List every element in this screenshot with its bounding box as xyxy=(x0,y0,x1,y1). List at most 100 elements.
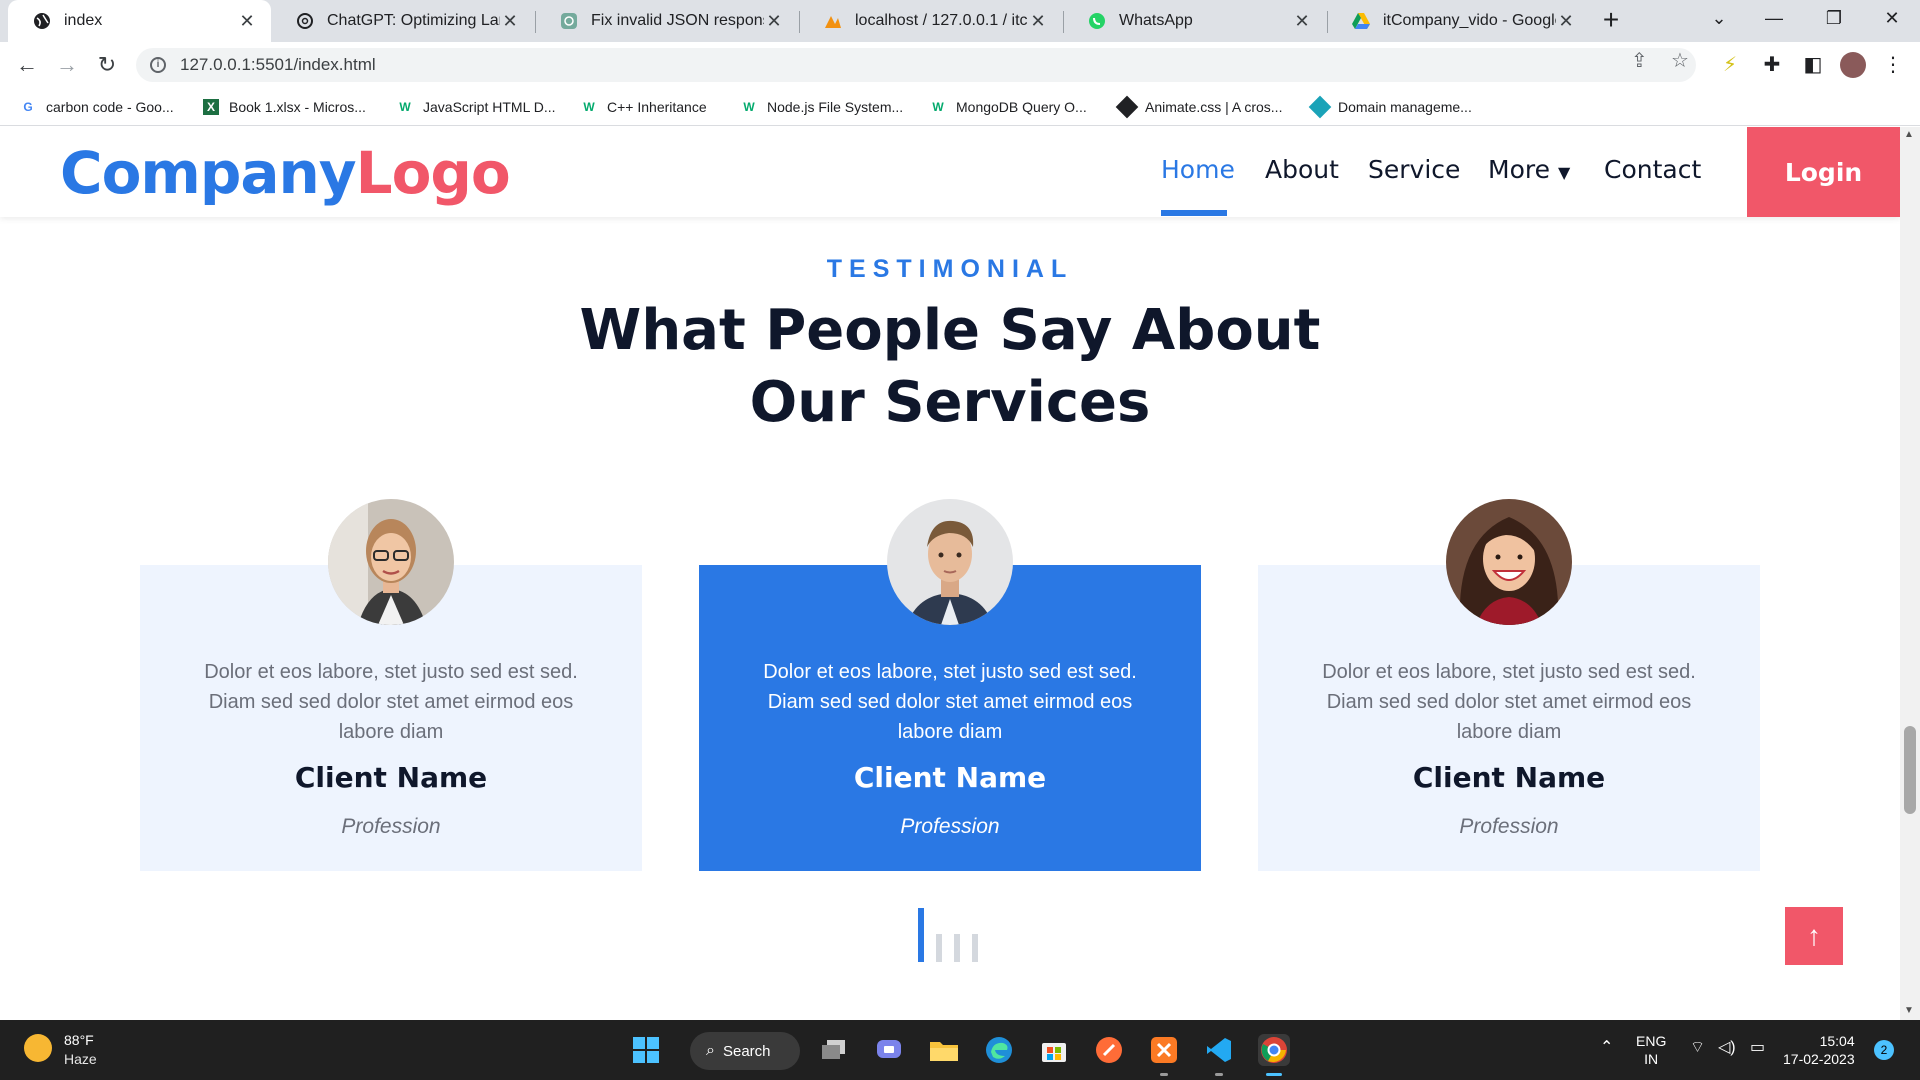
vscode-icon[interactable] xyxy=(1203,1034,1235,1066)
system-clock[interactable]: 15:04 17-02-2023 xyxy=(1783,1032,1855,1068)
weather-haze-icon[interactable] xyxy=(24,1034,52,1062)
section-heading: What People Say About Our Services xyxy=(0,295,1900,439)
globe-icon xyxy=(32,11,52,31)
menu-kebab-icon[interactable]: ⋮ xyxy=(1880,52,1906,78)
section-eyebrow: TESTIMONIAL xyxy=(826,255,1074,283)
close-tab-icon[interactable]: ✕ xyxy=(500,11,520,32)
logo-part-2: Logo xyxy=(355,139,511,207)
carousel-dot[interactable] xyxy=(972,934,978,962)
new-tab-button[interactable]: + xyxy=(1596,6,1626,36)
nav-active-indicator xyxy=(1161,210,1227,216)
bookmark-item[interactable]: W Node.js File System... xyxy=(741,96,903,118)
windows-start-icon[interactable] xyxy=(630,1034,662,1066)
minimize-icon[interactable]: — xyxy=(1754,8,1794,29)
bookmark-item[interactable]: W JavaScript HTML D... xyxy=(397,96,555,118)
carousel-dot-active[interactable] xyxy=(918,908,924,962)
google-drive-icon xyxy=(1351,11,1371,31)
running-indicator xyxy=(1160,1073,1168,1076)
site-navbar: CompanyLogo Home About Service More ▼ Co… xyxy=(0,127,1900,217)
weather-description[interactable]: Haze xyxy=(64,1051,97,1067)
testimonial-text: Dolor et eos labore, stet justo sed est … xyxy=(763,661,1137,743)
microsoft-store-icon[interactable] xyxy=(1038,1034,1070,1066)
notification-badge[interactable]: 2 xyxy=(1874,1040,1894,1060)
bookmark-item[interactable]: X Book 1.xlsx - Micros... xyxy=(203,96,366,118)
w3schools-icon: W xyxy=(583,100,595,114)
heading-line-2: Our Services xyxy=(749,370,1151,435)
task-view-icon[interactable] xyxy=(818,1034,850,1066)
edge-browser-icon[interactable] xyxy=(983,1034,1015,1066)
back-arrow-icon[interactable]: ← xyxy=(12,51,42,79)
chatgpt-icon xyxy=(295,11,315,31)
language-indicator[interactable]: ENG IN xyxy=(1636,1032,1666,1068)
wifi-icon[interactable]: ⌔ xyxy=(1690,1037,1705,1057)
page-scrollbar[interactable]: ▲ ▼ xyxy=(1900,127,1920,1020)
carousel-dot[interactable] xyxy=(936,934,942,962)
volume-icon[interactable]: ◁) xyxy=(1718,1037,1736,1057)
tab-title: Fix invalid JSON response. xyxy=(591,12,764,29)
tab-index[interactable]: index ✕ xyxy=(8,0,271,42)
caret-down-icon: ▼ xyxy=(1557,163,1571,182)
w3schools-icon: W xyxy=(932,100,944,114)
close-tab-icon[interactable]: ✕ xyxy=(1028,11,1048,32)
nav-home[interactable]: Home xyxy=(1161,155,1235,184)
extension-lightning-icon[interactable]: ⚡ xyxy=(1717,52,1743,78)
address-url[interactable]: 127.0.0.1:5501/index.html xyxy=(180,55,376,75)
client-name: Client Name xyxy=(294,761,488,794)
chevron-up-icon[interactable]: ⌃ xyxy=(1600,1037,1613,1057)
xampp-icon[interactable] xyxy=(1148,1034,1180,1066)
tab-fix-json[interactable]: Fix invalid JSON response. ✕ xyxy=(535,0,798,42)
tab-search-chevron-icon[interactable]: ⌄ xyxy=(1699,8,1739,29)
weather-temperature[interactable]: 88°F xyxy=(64,1032,94,1048)
client-avatar xyxy=(328,499,454,625)
scroll-up-arrow-icon[interactable]: ▲ xyxy=(1904,129,1914,140)
chrome-icon[interactable] xyxy=(1258,1034,1290,1066)
postman-icon[interactable] xyxy=(1093,1034,1125,1066)
side-panel-icon[interactable]: ◧ xyxy=(1800,52,1826,78)
login-button[interactable]: Login xyxy=(1747,127,1900,217)
bookmark-item[interactable]: W C++ Inheritance xyxy=(581,96,706,118)
nav-more[interactable]: More ▼ xyxy=(1488,155,1570,184)
forward-arrow-icon[interactable]: → xyxy=(52,51,82,79)
w3schools-icon: W xyxy=(743,100,755,114)
client-name: Client Name xyxy=(1412,761,1606,794)
carousel-dot[interactable] xyxy=(954,934,960,962)
company-logo[interactable]: CompanyLogo xyxy=(60,139,511,207)
info-icon[interactable]: i xyxy=(150,57,166,73)
tab-whatsapp[interactable]: WhatsApp ✕ xyxy=(1063,0,1326,42)
reload-icon[interactable]: ↻ xyxy=(92,51,122,79)
close-tab-icon[interactable]: ✕ xyxy=(1556,11,1576,32)
close-tab-icon[interactable]: ✕ xyxy=(764,11,784,32)
tab-phpmyadmin[interactable]: localhost / 127.0.0.1 / itcom ✕ xyxy=(799,0,1062,42)
file-explorer-icon[interactable] xyxy=(928,1034,960,1066)
address-bar[interactable]: i 127.0.0.1:5501/index.html xyxy=(136,48,1696,82)
scrollbar-thumb[interactable] xyxy=(1904,726,1916,814)
nav-contact[interactable]: Contact xyxy=(1604,155,1701,184)
bookmark-star-icon[interactable]: ☆ xyxy=(1671,48,1689,73)
tab-chatgpt[interactable]: ChatGPT: Optimizing Langu ✕ xyxy=(271,0,534,42)
nav-more-label: More xyxy=(1488,155,1550,184)
bookmarks-bar: G carbon code - Goo... X Book 1.xlsx - M… xyxy=(0,88,1920,126)
bookmark-item[interactable]: W MongoDB Query O... xyxy=(930,96,1086,118)
domain-icon xyxy=(1308,95,1332,119)
bookmark-item[interactable]: G carbon code - Goo... xyxy=(20,96,173,118)
teams-chat-icon[interactable] xyxy=(873,1034,905,1066)
browser-toolbar: ← → ↻ i 127.0.0.1:5501/index.html ⇪ ☆ ⚡ … xyxy=(0,42,1920,88)
restore-icon[interactable]: ❐ xyxy=(1814,8,1854,29)
profile-avatar[interactable] xyxy=(1840,52,1866,78)
close-tab-icon[interactable]: ✕ xyxy=(1292,11,1312,32)
nav-service[interactable]: Service xyxy=(1368,155,1460,184)
back-to-top-button[interactable]: ↑ xyxy=(1785,907,1843,965)
testimonial-text: Dolor et eos labore, stet justo sed est … xyxy=(204,661,578,743)
extensions-puzzle-icon[interactable]: ✚ xyxy=(1759,52,1785,78)
share-icon[interactable]: ⇪ xyxy=(1631,48,1648,73)
battery-icon[interactable]: ▭ xyxy=(1750,1037,1765,1057)
bookmark-item[interactable]: Domain manageme... xyxy=(1308,95,1472,119)
nav-about[interactable]: About xyxy=(1265,155,1339,184)
close-window-icon[interactable]: ✕ xyxy=(1872,8,1912,29)
tab-google-drive[interactable]: itCompany_vido - Google D ✕ xyxy=(1327,0,1590,42)
chatgpt-green-icon xyxy=(559,11,579,31)
bookmark-item[interactable]: Animate.css | A cros... xyxy=(1115,95,1282,119)
taskbar-search[interactable]: ⌕ Search xyxy=(690,1032,800,1070)
scroll-down-arrow-icon[interactable]: ▼ xyxy=(1904,1005,1914,1016)
close-tab-icon[interactable]: ✕ xyxy=(237,11,257,32)
